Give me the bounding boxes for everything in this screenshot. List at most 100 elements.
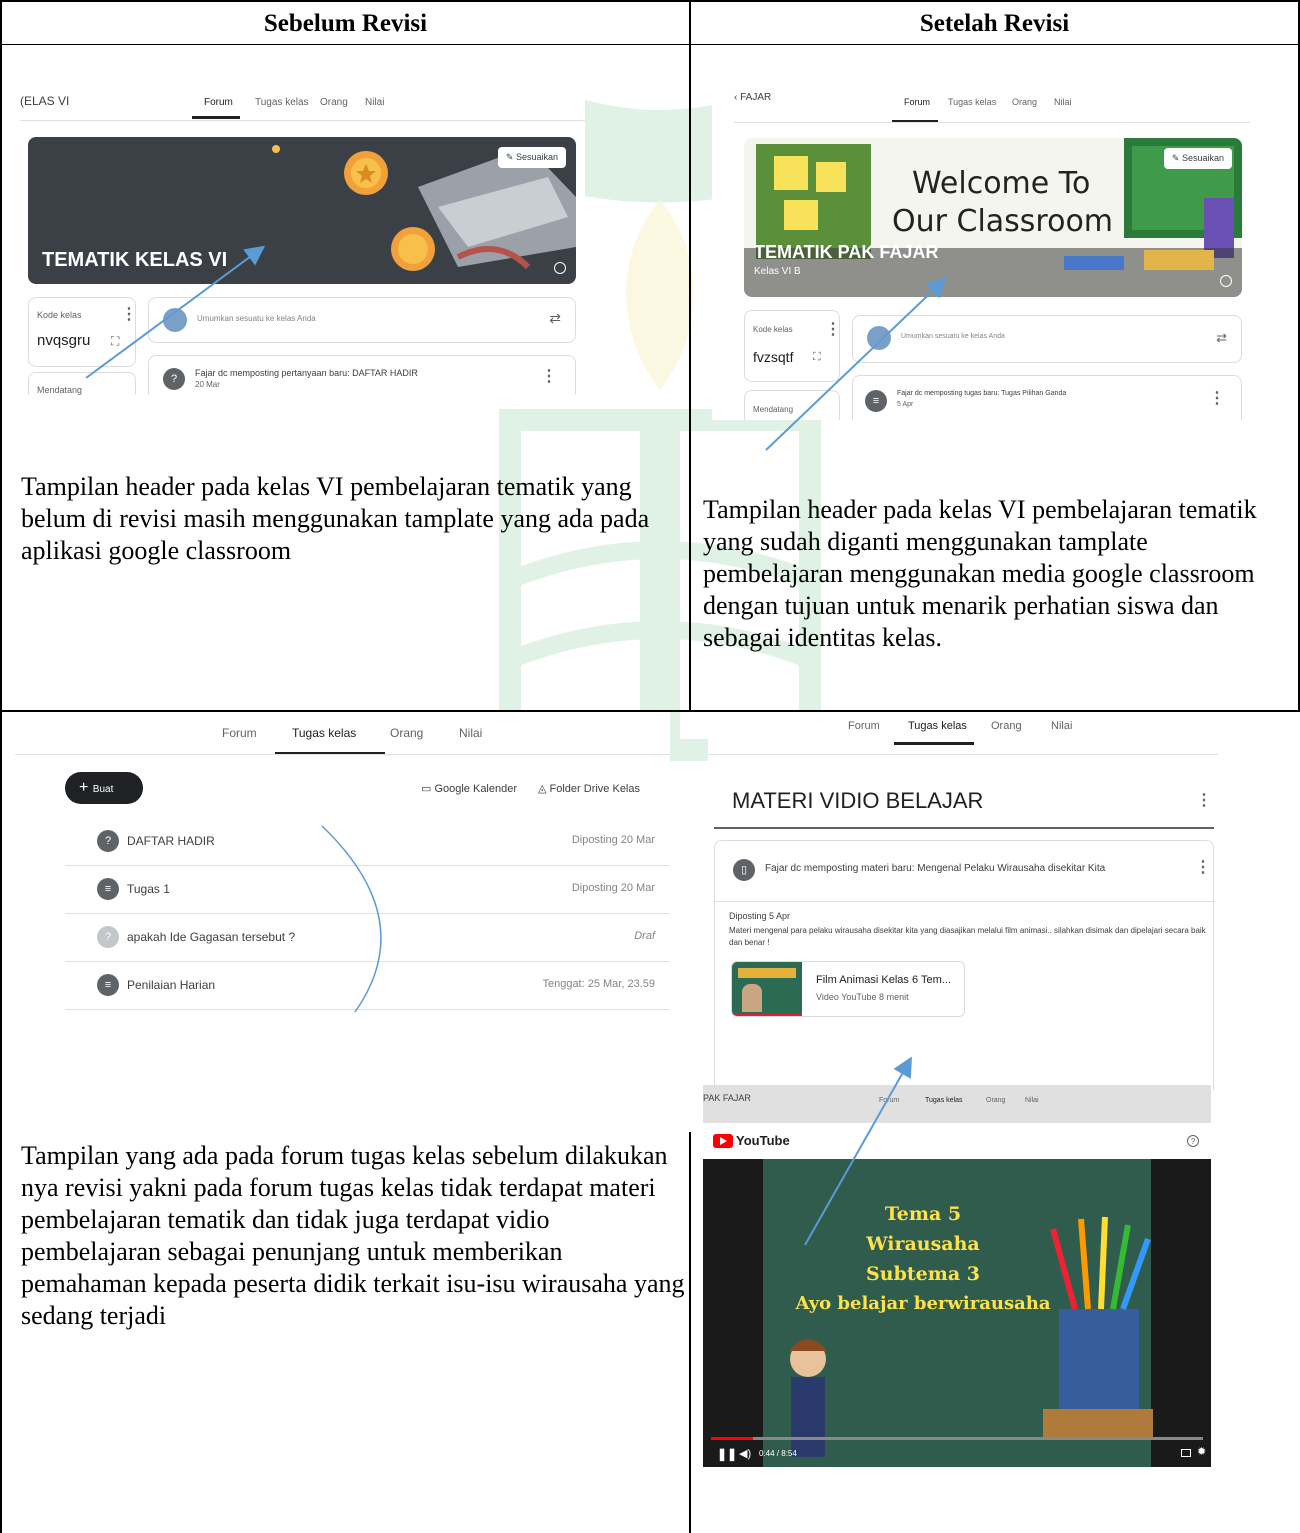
nav-divider (15, 754, 670, 755)
tab-forum[interactable]: Forum (204, 97, 233, 108)
tab-orang[interactable]: Orang (390, 726, 423, 740)
class-code-label: Kode kelas (37, 310, 82, 320)
youtube-logo-icon (713, 1134, 733, 1148)
info-icon[interactable] (554, 262, 566, 274)
classwork-row[interactable]: ≡ Penilaian Harian Tenggat: 25 Mar, 23.59 (65, 962, 670, 1010)
material-description: Materi mengenal para pelaku wirausaha di… (729, 926, 1206, 947)
tab-nilai[interactable]: Nilai (1025, 1097, 1039, 1104)
customize-label: Sesuaikan (1181, 153, 1224, 163)
assignment-icon: ≡ (865, 390, 887, 412)
customize-button[interactable]: ✎ Sesuaikan (1163, 148, 1232, 169)
plus-icon: + (79, 779, 93, 796)
drive-icon: ◬ (538, 783, 550, 795)
help-icon[interactable]: ? (1187, 1135, 1199, 1147)
more-vert-icon[interactable]: ⋮ (1209, 388, 1225, 408)
caption-bottom-left: Tampilan yang ada pada forum tugas kelas… (21, 1141, 685, 1330)
tab-tugas-kelas[interactable]: Tugas kelas (255, 97, 309, 108)
google-calendar-link[interactable]: ▭ Google Kalender (421, 782, 517, 795)
table-center-border-top (689, 0, 691, 712)
post-title: Fajar dc memposting tugas baru: Tugas Pi… (897, 390, 1067, 397)
tab-forum[interactable]: Forum (848, 720, 880, 732)
video-thumbnail (732, 962, 802, 1016)
topic-title: MATERI VIDIO BELAJAR (732, 788, 984, 813)
video-progress-track[interactable] (711, 1437, 1203, 1440)
post-title: Fajar dc memposting pertanyaan baru: DAF… (195, 368, 418, 378)
settings-icon[interactable]: ✹ (1197, 1445, 1206, 1458)
table-header-border (0, 44, 1300, 45)
tab-orang[interactable]: Orang (986, 1097, 1005, 1104)
announce-box[interactable]: Umumkan sesuatu ke kelas Anda ⇄ (852, 315, 1242, 363)
stream-post[interactable]: ≡ Fajar dc memposting tugas baru: Tugas … (852, 375, 1242, 420)
table-left-border (0, 0, 2, 1533)
classwork-date: Diposting 20 Mar (571, 882, 655, 894)
tab-nilai[interactable]: Nilai (1051, 720, 1072, 732)
upcoming-card: Mendatang (744, 390, 840, 420)
repost-icon[interactable]: ⇄ (1216, 330, 1227, 346)
customize-button[interactable]: ✎ Sesuaikan (497, 147, 566, 168)
classwork-title: DAFTAR HADIR (127, 834, 215, 848)
tab-tugas-kelas[interactable]: Tugas kelas (292, 726, 356, 740)
screenshot-youtube-player: PAK FAJAR Forum Tugas kelas Orang Nilai … (703, 1085, 1211, 1467)
nav-tabs: Forum Tugas kelas Orang Nilai (712, 80, 1250, 120)
drive-label: Folder Drive Kelas (549, 783, 640, 795)
tab-nilai[interactable]: Nilai (459, 726, 482, 740)
classwork-date: Diposting 20 Mar (571, 834, 655, 846)
video-attachment[interactable]: Film Animasi Kelas 6 Tem... Video YouTub… (731, 961, 965, 1017)
class-code-card: Kode kelas ⋮ fvzsqtf ⛶ (744, 310, 841, 382)
welcome-line-2: Our Classroom (892, 204, 1114, 239)
tab-orang[interactable]: Orang (320, 97, 348, 108)
create-button[interactable]: + Buat (65, 772, 143, 804)
caption-top-right: Tampilan header pada kelas VI pembelajar… (703, 495, 1257, 652)
video-text-2: Wirausaha (866, 1233, 980, 1255)
tab-tugas-kelas[interactable]: Tugas kelas (925, 1097, 962, 1104)
tab-forum[interactable]: Forum (904, 97, 930, 107)
class-code: nvqsgru (37, 332, 91, 349)
material-icon: ▯ (733, 859, 755, 881)
video-text-4: Ayo belajar berwirausaha (795, 1293, 1051, 1314)
info-icon[interactable] (1220, 275, 1232, 287)
video-meta: Video YouTube 8 menit (816, 992, 909, 1002)
tab-orang[interactable]: Orang (1012, 97, 1037, 107)
announce-placeholder: Umumkan sesuatu ke kelas Anda (901, 333, 1005, 340)
thumbnail-figure (742, 984, 762, 1012)
class-banner: Welcome To Our Classroom TEMATIK PAK FAJ… (744, 138, 1242, 297)
create-label: Buat (92, 784, 114, 795)
more-vert-icon[interactable]: ⋮ (541, 366, 557, 386)
tab-forum[interactable]: Forum (879, 1097, 899, 1104)
repost-icon[interactable]: ⇄ (549, 310, 561, 327)
screenshot-before-classwork: Forum Tugas kelas Orang Nilai + Buat ▭ G… (15, 712, 670, 1022)
classwork-date: Draf (634, 930, 655, 942)
customize-label: Sesuaikan (515, 152, 558, 162)
class-code-card: Kode kelas ⋮ nvqsgru ⛶ (28, 297, 137, 367)
avatar (163, 308, 187, 332)
tab-nilai[interactable]: Nilai (365, 97, 384, 108)
classwork-row[interactable]: ? apakah Ide Gagasan tersebut ? Draf (65, 914, 670, 962)
nav-divider (734, 122, 1250, 123)
tab-orang[interactable]: Orang (991, 720, 1022, 732)
table-top-border (0, 0, 1300, 2)
pause-icon[interactable]: ❚❚ (717, 1447, 737, 1461)
nav-tabs: Forum Tugas kelas Orang Nilai (703, 1085, 1211, 1115)
material-card[interactable]: ▯ Fajar dc memposting materi baru: Menge… (714, 840, 1215, 1090)
more-vert-icon[interactable]: ⋮ (121, 304, 137, 324)
more-vert-icon[interactable]: ⋮ (825, 319, 841, 339)
tab-tugas-kelas[interactable]: Tugas kelas (948, 97, 996, 107)
stream-post[interactable]: ? Fajar dc memposting pertanyaan baru: D… (148, 355, 576, 395)
drive-folder-link[interactable]: ◬ Folder Drive Kelas (538, 782, 640, 795)
announce-box[interactable]: Umumkan sesuatu ke kelas Anda ⇄ (148, 297, 576, 343)
more-vert-icon[interactable]: ⋮ (1196, 790, 1212, 810)
video-frame[interactable]: Tema 5 Wirausaha Subtema 3 Ayo belajar b… (703, 1159, 1211, 1467)
tab-tugas-kelas[interactable]: Tugas kelas (908, 720, 967, 732)
more-vert-icon[interactable]: ⋮ (1195, 857, 1211, 877)
fullscreen-icon[interactable]: ⛶ (813, 351, 821, 364)
classwork-row[interactable]: ≡ Tugas 1 Diposting 20 Mar (65, 866, 670, 914)
tab-nilai[interactable]: Nilai (1054, 97, 1072, 107)
nav-divider (708, 754, 1218, 755)
fullscreen-icon[interactable]: ⛶ (111, 334, 119, 349)
upcoming-label: Mendatang (37, 385, 83, 395)
play-triangle (720, 1137, 727, 1145)
volume-icon[interactable]: ◀) (739, 1447, 751, 1460)
classwork-row[interactable]: ? DAFTAR HADIR Diposting 20 Mar (65, 818, 670, 866)
captions-icon[interactable] (1181, 1449, 1191, 1457)
tab-forum[interactable]: Forum (222, 726, 257, 740)
